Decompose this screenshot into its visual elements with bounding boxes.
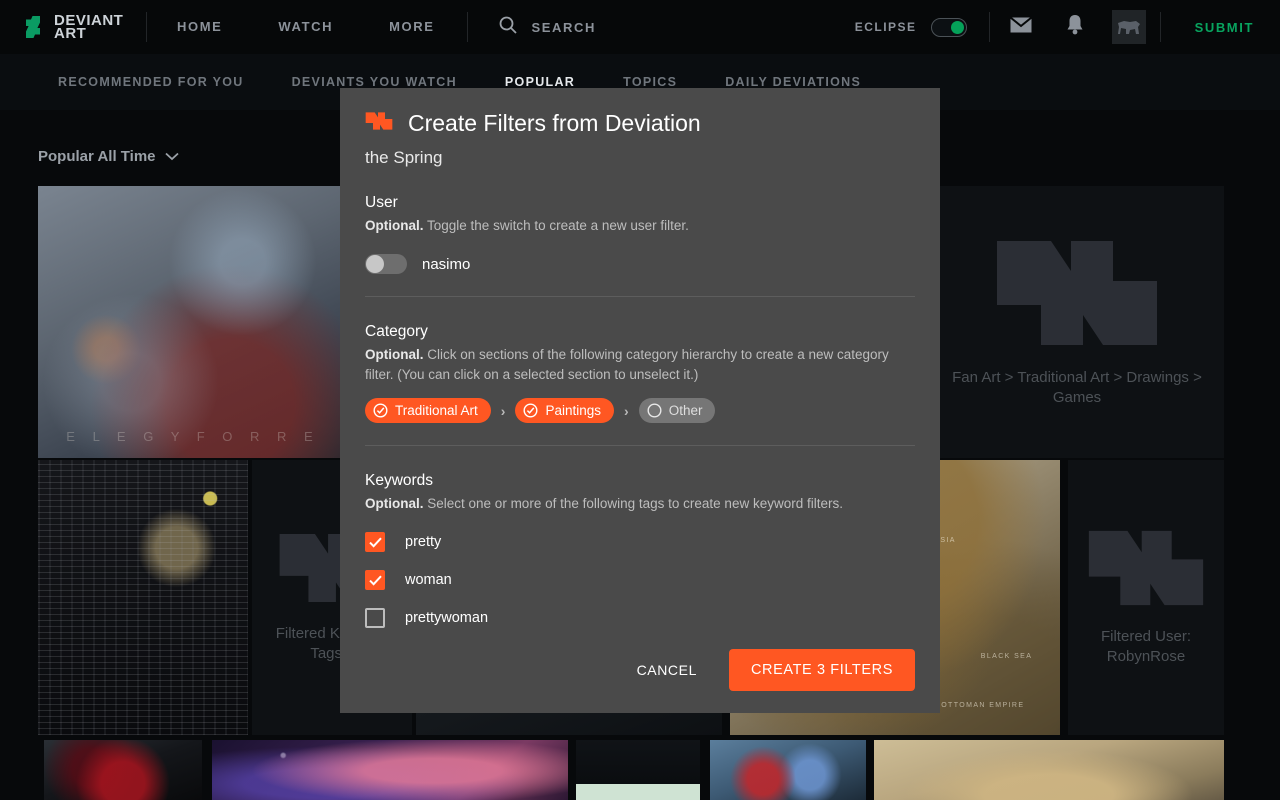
keyword-checkbox-woman[interactable] [365,570,385,590]
category-pill-paintings[interactable]: Paintings [515,398,615,423]
user-section-heading: User [365,194,398,211]
user-filter-row[interactable]: nasimo [365,254,915,274]
create-filters-dialog: Create Filters from Deviation the Spring… [340,88,940,713]
user-section-description: Optional. Toggle the switch to create a … [365,216,915,236]
create-filters-button[interactable]: CREATE 3 FILTERS [728,649,915,691]
check-icon [368,575,382,586]
category-pill-label: Traditional Art [395,403,478,418]
user-optional-label: Optional. [365,218,424,233]
category-pill-label: Paintings [545,403,602,418]
chevron-right-icon-2: › [624,402,629,419]
user-filter-toggle[interactable] [365,254,407,274]
cancel-button[interactable]: CANCEL [619,652,715,688]
dialog-footer: CANCEL CREATE 3 FILTERS [365,649,915,713]
user-description-text: Toggle the switch to create a new user f… [427,218,689,233]
keyword-label: woman [405,572,452,588]
check-icon [368,537,382,548]
chevron-right-icon: › [500,402,506,419]
deviantart-mask-icon [365,110,393,137]
keyword-row-woman[interactable]: woman [365,570,915,590]
section-divider-2 [365,445,915,446]
section-divider [365,296,915,297]
modal-overlay: Create Filters from Deviation the Spring… [0,0,1280,800]
category-hierarchy: Traditional Art › Paintings › Other [365,398,915,423]
category-section: Category Optional. Click on sections of … [365,323,915,446]
check-circle-icon [373,403,388,418]
keyword-row-pretty[interactable]: pretty [365,532,915,552]
keyword-checkbox-pretty[interactable] [365,532,385,552]
category-section-description: Optional. Click on sections of the follo… [365,345,915,385]
user-section: User Optional. Toggle the switch to crea… [365,194,915,297]
keyword-checkbox-prettywoman[interactable] [365,608,385,628]
category-section-heading: Category [365,323,428,340]
category-description-text: Click on sections of the following categ… [365,347,889,382]
deviantart-page: DEVIANT ART HOME WATCH MORE SEARCH ECLIP… [0,0,1280,800]
keywords-section: Keywords Optional. Select one or more of… [365,472,915,628]
category-pill-traditional-art[interactable]: Traditional Art [365,398,491,423]
keywords-section-heading: Keywords [365,472,434,489]
keywords-section-description: Optional. Select one or more of the foll… [365,494,915,514]
user-filter-toggle-knob [366,255,384,273]
user-filter-username: nasimo [422,255,471,273]
category-pill-other[interactable]: Other [638,398,716,423]
category-pill-label: Other [668,403,703,418]
check-circle-icon [523,403,538,418]
dialog-title-row: Create Filters from Deviation [365,110,915,137]
keyword-row-prettywoman[interactable]: prettywoman [365,608,915,628]
keywords-optional-label: Optional. [365,496,424,511]
dialog-subtitle: the Spring [365,148,443,167]
category-optional-label: Optional. [365,347,424,362]
dialog-title: Create Filters from Deviation [408,110,701,136]
keyword-label: prettywoman [405,610,489,626]
keywords-description-text: Select one or more of the following tags… [427,496,843,511]
keyword-label: pretty [405,534,442,550]
empty-circle-icon [647,403,662,418]
